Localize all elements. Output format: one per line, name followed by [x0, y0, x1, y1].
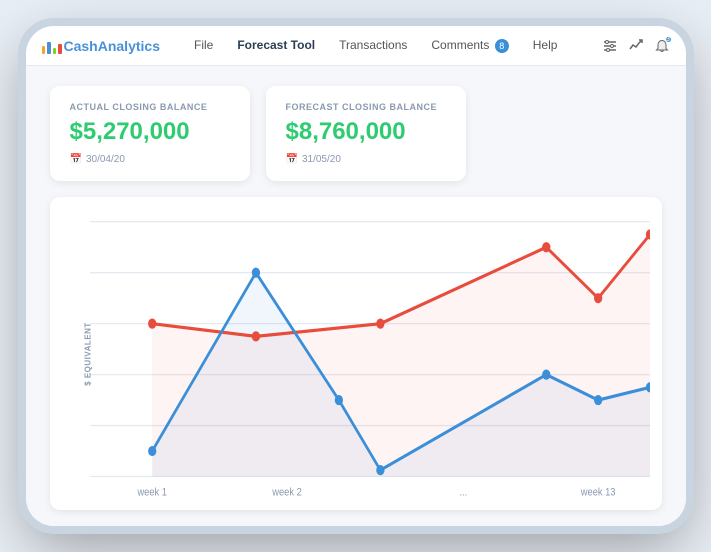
bell-icon[interactable]: 3 — [654, 38, 670, 54]
nav-item-comments[interactable]: Comments 8 — [421, 34, 518, 57]
chart-svg: 10M 8M 6M 4M 2M 0M — [90, 209, 650, 502]
forecast-balance-amount: $8,760,000 — [286, 118, 446, 146]
chart-area: $ EQUIVALENT 10M 8M 6M 4M 2M 0M — [50, 197, 662, 510]
logo-icon — [42, 38, 62, 54]
logo-analytics: Analytics — [98, 38, 160, 54]
nav-item-transactions[interactable]: Transactions — [329, 34, 417, 56]
svg-text:week 2: week 2 — [271, 487, 302, 499]
actual-balance-card: ACTUAL CLOSING BALANCE $5,270,000 📅 30/0… — [50, 86, 250, 181]
device-frame: CashAnalytics File Forecast Tool Transac… — [26, 26, 686, 526]
nav-item-file[interactable]: File — [184, 34, 223, 56]
actual-balance-title: ACTUAL CLOSING BALANCE — [70, 102, 230, 112]
actual-balance-amount: $5,270,000 — [70, 118, 230, 146]
actual-balance-date: 📅 30/04/20 — [70, 154, 230, 165]
calendar-icon-forecast: 📅 — [286, 154, 298, 165]
logo-cash: Cash — [64, 38, 98, 54]
bell-badge: 3 — [665, 36, 672, 43]
chart-y-label: $ EQUIVALENT — [83, 322, 92, 386]
nav-item-forecast[interactable]: Forecast Tool — [227, 34, 325, 56]
svg-text:...: ... — [459, 487, 467, 499]
comments-badge: 8 — [495, 39, 509, 53]
cards-row: ACTUAL CLOSING BALANCE $5,270,000 📅 30/0… — [50, 86, 662, 181]
settings-icon[interactable] — [602, 38, 618, 54]
top-icons: 3 — [602, 38, 670, 54]
nav-item-help[interactable]: Help — [523, 34, 568, 56]
nav-menu: File Forecast Tool Transactions Comments… — [184, 34, 602, 57]
logo[interactable]: CashAnalytics — [42, 38, 160, 54]
svg-text:week 13: week 13 — [579, 487, 615, 499]
forecast-balance-card: FORECAST CLOSING BALANCE $8,760,000 📅 31… — [266, 86, 466, 181]
svg-text:week 1: week 1 — [136, 487, 167, 499]
forecast-balance-date: 📅 31/05/20 — [286, 154, 446, 165]
calendar-icon-actual: 📅 — [70, 154, 82, 165]
top-bar: CashAnalytics File Forecast Tool Transac… — [26, 26, 686, 66]
main-content: ACTUAL CLOSING BALANCE $5,270,000 📅 30/0… — [26, 66, 686, 526]
forecast-balance-title: FORECAST CLOSING BALANCE — [286, 102, 446, 112]
logo-text: CashAnalytics — [64, 38, 160, 54]
signal-icon[interactable] — [628, 38, 644, 54]
